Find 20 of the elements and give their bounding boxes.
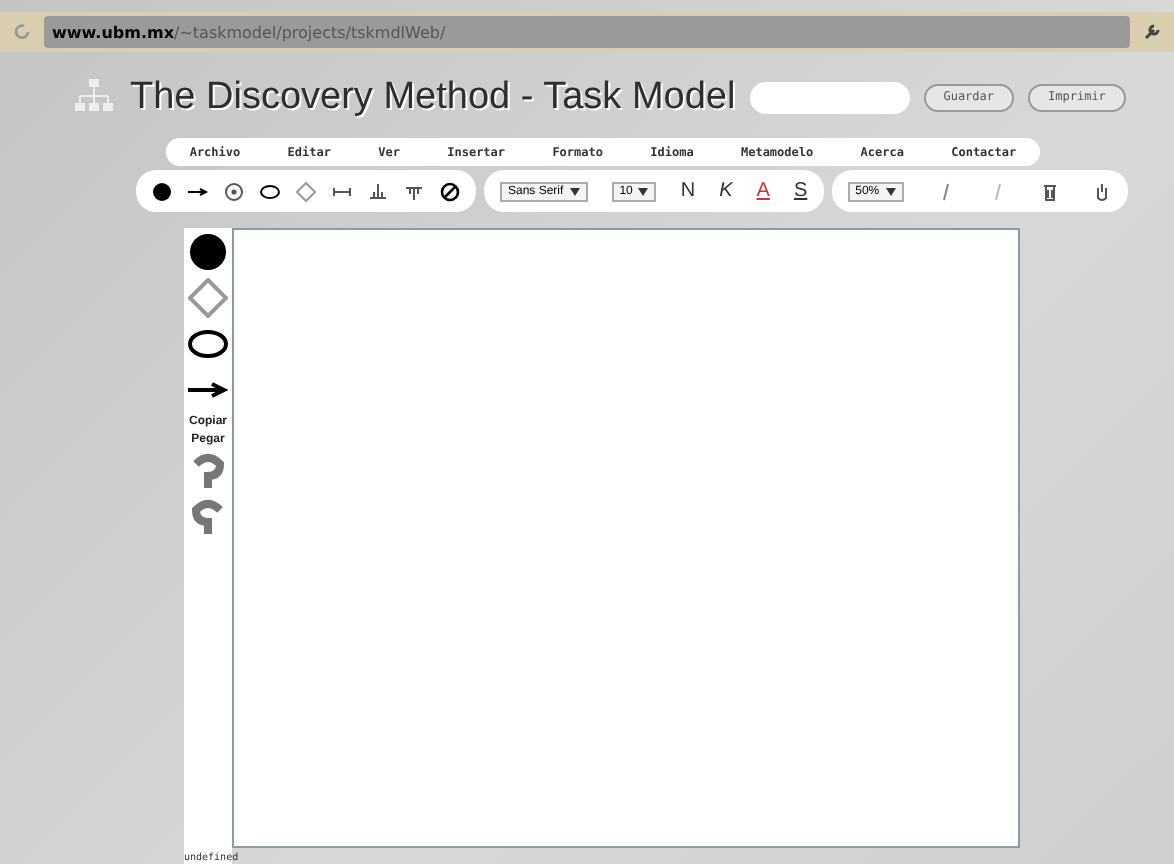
filled-circle-icon[interactable]: [188, 232, 228, 273]
italic-button[interactable]: K: [719, 180, 733, 203]
strike-button[interactable]: S: [793, 180, 808, 203]
diamond-icon[interactable]: [296, 181, 316, 202]
ellipse-icon[interactable]: [260, 181, 280, 202]
caret-icon: [638, 187, 649, 196]
caret-icon: [885, 187, 896, 196]
target-circle-icon[interactable]: [224, 181, 244, 202]
app-title: The Discovery Method - Task Model: [130, 75, 736, 120]
address-bar[interactable]: www.ubm.mx/~taskmodel/projects/tskmdlWeb/: [44, 16, 1130, 49]
bold-button[interactable]: N: [680, 180, 696, 203]
caret-icon: [569, 187, 580, 196]
font-color-button[interactable]: A: [756, 180, 770, 203]
fork-connector-icon[interactable]: [368, 181, 388, 202]
join-connector-icon[interactable]: [404, 181, 424, 202]
filled-circle-icon[interactable]: [152, 181, 172, 202]
search-field[interactable]: [749, 81, 910, 114]
wrench-icon[interactable]: [1142, 22, 1162, 43]
prohibited-icon[interactable]: [440, 181, 460, 202]
trash-icon[interactable]: [1039, 181, 1060, 202]
